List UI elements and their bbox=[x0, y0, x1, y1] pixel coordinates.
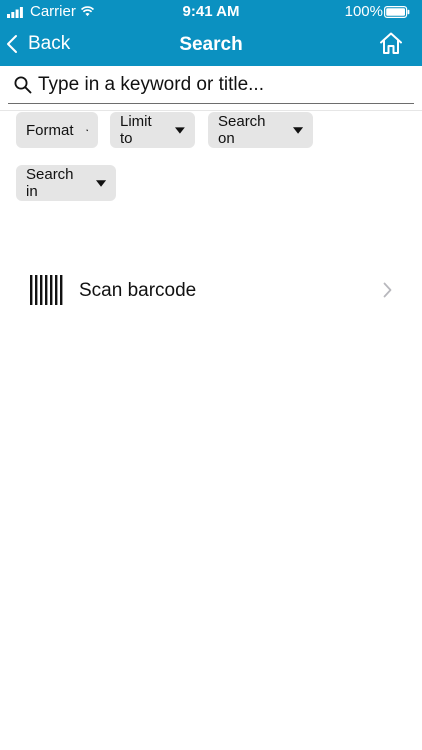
caret-down-icon bbox=[292, 126, 303, 134]
limit-to-filter-button[interactable]: Limit to bbox=[110, 112, 195, 148]
header: Carrier 9:41 AM 100% Back Search bbox=[0, 0, 422, 66]
search-in-filter-button[interactable]: Search in bbox=[16, 165, 116, 201]
divider bbox=[0, 110, 422, 111]
search-on-filter-button[interactable]: Search on bbox=[208, 112, 313, 148]
chevron-right-icon bbox=[383, 282, 392, 298]
search-on-filter-label: Search on bbox=[218, 113, 266, 147]
format-filter-button[interactable]: Format bbox=[16, 112, 98, 148]
search-bar bbox=[8, 66, 414, 104]
barcode-icon bbox=[30, 275, 63, 305]
caret-down-icon bbox=[85, 129, 88, 131]
scan-barcode-row[interactable]: Scan barcode bbox=[0, 268, 422, 314]
caret-down-icon bbox=[175, 126, 185, 134]
status-bar: Carrier 9:41 AM 100% bbox=[0, 0, 422, 24]
search-input[interactable] bbox=[38, 73, 398, 96]
limit-to-filter-label: Limit to bbox=[120, 113, 152, 147]
battery-percent: 100% bbox=[344, 3, 383, 20]
scan-barcode-label: Scan barcode bbox=[79, 280, 197, 301]
nav-bar: Back Search bbox=[0, 24, 422, 66]
search-screen: Carrier 9:41 AM 100% Back Search Type in… bbox=[0, 0, 422, 750]
search-icon bbox=[14, 76, 32, 93]
caret-down-icon bbox=[95, 179, 106, 187]
page-title: Search bbox=[179, 34, 243, 55]
search-in-filter-label: Search in bbox=[26, 166, 74, 200]
format-filter-label: Format bbox=[26, 121, 74, 139]
home-icon[interactable] bbox=[378, 30, 404, 56]
battery-icon bbox=[384, 6, 410, 18]
